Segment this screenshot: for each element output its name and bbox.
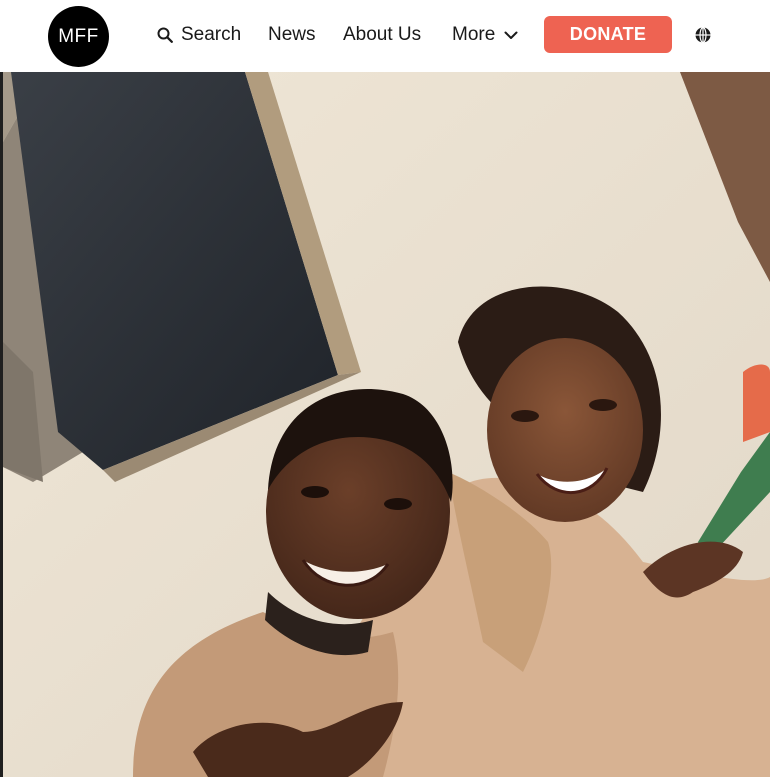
chevron-down-icon <box>504 31 518 40</box>
nav-about-us[interactable]: About Us <box>343 22 421 48</box>
hero-photo <box>3 72 770 777</box>
nav-search[interactable]: Search <box>157 22 241 48</box>
logo-text: MFF <box>58 25 99 47</box>
logo[interactable]: MFF <box>48 6 109 67</box>
globe-icon[interactable] <box>694 26 712 44</box>
nav-news-label: News <box>268 24 316 45</box>
search-icon <box>157 27 173 43</box>
nav-about-label: About Us <box>343 24 422 45</box>
nav-more[interactable]: More <box>452 22 518 48</box>
nav-search-label: Search <box>181 24 242 45</box>
site-header: MFF Search News About Us More DONATE <box>0 0 770 72</box>
donate-button[interactable]: DONATE <box>544 16 672 53</box>
nav-more-label: More <box>452 24 496 45</box>
nav-news[interactable]: News <box>268 22 316 48</box>
donate-label: DONATE <box>569 24 647 44</box>
